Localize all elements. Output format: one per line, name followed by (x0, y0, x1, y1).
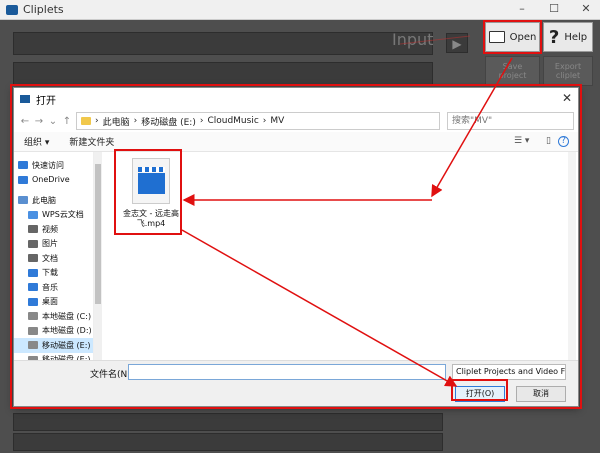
up-arrow-icon[interactable]: ↑ (60, 116, 74, 127)
breadcrumb-pc[interactable]: 此电脑 (103, 115, 130, 128)
video-file-icon (132, 158, 170, 204)
folder-icon (488, 31, 505, 43)
nav-item-label: 移动磁盘 (E:) (42, 340, 91, 350)
nav-item-icon (28, 225, 38, 234)
view-options-icon[interactable]: ☰ ▾ (504, 136, 539, 146)
sidebar-item[interactable]: 文档 (14, 251, 93, 266)
nav-item-icon (28, 254, 38, 263)
save-project-button[interactable]: Save project (485, 56, 540, 86)
main-scrollbar[interactable] (568, 152, 576, 378)
timeline-strip[interactable] (13, 62, 433, 85)
recent-dropdown-icon[interactable]: ⌄ (46, 116, 60, 127)
app-title: Cliplets (23, 3, 64, 16)
nav-item-label: 快速访问 (32, 160, 64, 170)
sidebar-item[interactable]: 此电脑 (14, 193, 93, 208)
nav-item-icon (28, 268, 38, 277)
input-label: Input (392, 30, 434, 49)
file-item-mp4[interactable]: 金志文 - 远走高飞.mp4 (118, 152, 184, 232)
nav-item-icon (28, 326, 38, 335)
address-bar[interactable]: › 此电脑 › 移动磁盘 (E:) › CloudMusic › MV (76, 112, 440, 130)
maximize-button[interactable]: ☐ (540, 2, 568, 18)
app-logo-icon (6, 4, 18, 15)
nav-item-icon (18, 175, 28, 184)
nav-item-icon (28, 297, 38, 306)
breadcrumb-drive[interactable]: 移动磁盘 (E:) (141, 115, 196, 128)
nav-item-icon (28, 283, 38, 292)
nav-item-label: 下载 (42, 268, 58, 278)
sidebar-item[interactable]: 图片 (14, 237, 93, 252)
close-app-button[interactable]: ✕ (572, 2, 600, 18)
app-bottom-strip-1 (13, 413, 443, 431)
command-bar: 组织 ▾ 新建文件夹 ☰ ▾ ▯ ? (14, 132, 578, 152)
open-file-dialog: 打开 ✕ ← → ⌄ ↑ › 此电脑 › 移动磁盘 (E:) › CloudMu… (13, 87, 579, 407)
nav-item-label: WPS云文档 (42, 210, 84, 220)
dialog-app-icon (20, 95, 30, 103)
nav-item-icon (28, 312, 38, 321)
sidebar-item[interactable]: 移动磁盘 (E:) (14, 338, 93, 353)
cancel-button[interactable]: 取消 (516, 386, 566, 402)
nav-item-label: OneDrive (32, 175, 70, 185)
sidebar-item[interactable]: 快速访问 (14, 158, 93, 173)
nav-item-label: 文档 (42, 253, 58, 263)
nav-item-icon (18, 161, 28, 170)
navigation-pane: 快速访问 OneDrive 此电脑 WPS云文档 视频图片文档下载音乐桌面本地磁盘 (C… (14, 152, 94, 378)
filename-input[interactable] (128, 364, 446, 380)
app-titlebar: Cliplets – ☐ ✕ (0, 0, 600, 20)
sidebar-item[interactable]: 本地磁盘 (D:) (14, 324, 93, 339)
forward-arrow-icon[interactable]: → (32, 116, 46, 127)
play-button[interactable]: ▶ (446, 33, 468, 53)
sidebar-item[interactable]: WPS云文档 (14, 208, 93, 223)
minimize-button[interactable]: – (508, 2, 536, 18)
back-arrow-icon[interactable]: ← (18, 116, 32, 127)
help-button[interactable]: ? Help (543, 22, 593, 52)
export-cliplet-button[interactable]: Export cliplet (543, 56, 593, 86)
file-type-select[interactable]: Cliplet Projects and Video Fi (452, 364, 566, 380)
nav-item-label: 图片 (42, 239, 58, 249)
help-icon[interactable]: ? (558, 136, 569, 147)
breadcrumb-cloudmusic[interactable]: CloudMusic (207, 116, 258, 126)
search-input[interactable]: 搜索"MV" (447, 112, 574, 130)
dialog-titlebar: 打开 (14, 88, 578, 110)
input-strip[interactable] (13, 32, 433, 55)
app-bottom-strip-2 (13, 433, 443, 451)
file-name: 金志文 - 远走高飞.mp4 (123, 209, 179, 228)
folder-icon (81, 117, 91, 125)
sidebar-item[interactable]: 本地磁盘 (C:) (14, 309, 93, 324)
question-icon: ? (548, 26, 560, 48)
dialog-footer: 文件名(N): Cliplet Projects and Video Fi 打开… (14, 360, 578, 406)
nav-item-label: 视频 (42, 224, 58, 234)
sidebar-item[interactable]: 视频 (14, 222, 93, 237)
nav-scrollbar[interactable] (94, 152, 102, 378)
nav-item-icon (28, 239, 38, 248)
nav-item-label: 桌面 (42, 297, 58, 307)
dialog-title: 打开 (36, 95, 56, 107)
dialog-close-button[interactable]: ✕ (562, 91, 572, 105)
nav-item-label: 本地磁盘 (C:) (42, 311, 92, 321)
nav-item-icon (18, 196, 28, 205)
sidebar-item[interactable]: 下载 (14, 266, 93, 281)
open-button[interactable]: Open (485, 22, 540, 52)
nav-item-icon (28, 341, 38, 350)
address-row: ← → ⌄ ↑ › 此电脑 › 移动磁盘 (E:) › CloudMusic ›… (14, 110, 578, 132)
sidebar-item[interactable]: 音乐 (14, 280, 93, 295)
nav-item-label: 音乐 (42, 282, 58, 292)
nav-item-label: 此电脑 (32, 195, 56, 205)
sidebar-item[interactable]: OneDrive (14, 173, 93, 188)
new-folder-button[interactable]: 新建文件夹 (59, 135, 124, 148)
open-dialog-button[interactable]: 打开(O) (455, 386, 505, 402)
nav-item-icon (28, 210, 38, 219)
organize-button[interactable]: 组织 ▾ (14, 135, 59, 148)
breadcrumb-mv[interactable]: MV (270, 116, 284, 126)
sidebar-item[interactable]: 桌面 (14, 295, 93, 310)
nav-item-label: 本地磁盘 (D:) (42, 326, 92, 336)
